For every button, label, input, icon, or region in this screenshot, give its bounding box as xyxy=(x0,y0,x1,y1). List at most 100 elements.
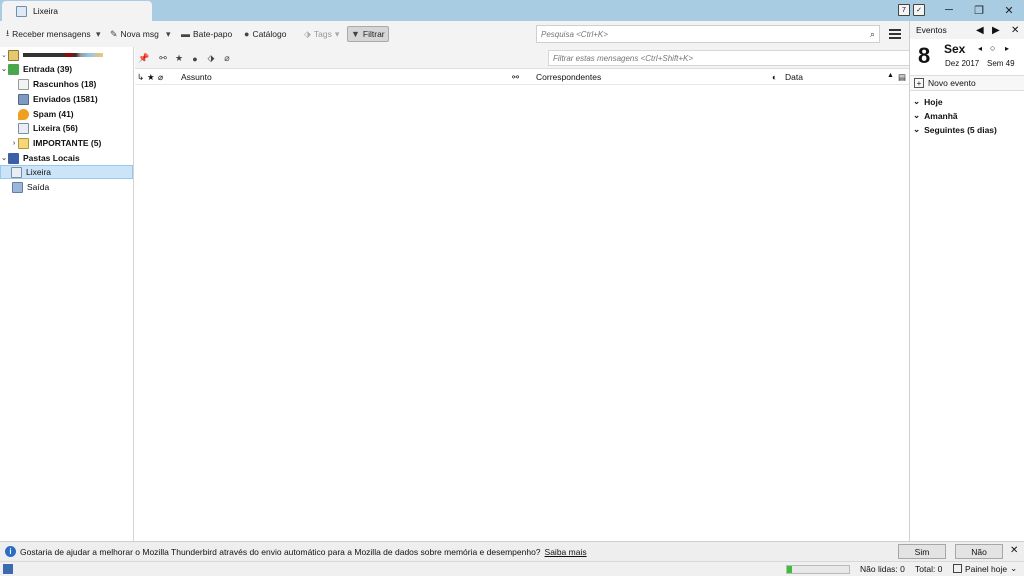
notification-bar: i Gostaria de ajudar a melhorar o Mozill… xyxy=(0,541,1024,561)
collapse-icon: ⌄ xyxy=(1,52,7,59)
attachment-filter-icon[interactable]: ⌀ xyxy=(221,53,233,64)
folder-importante[interactable]: › IMPORTANTE (5) xyxy=(0,136,133,150)
trash-icon xyxy=(11,166,22,178)
get-messages-dropdown[interactable]: ▾ xyxy=(93,26,104,42)
junk-column-icon[interactable]: ◐ xyxy=(772,72,777,82)
next-day-icon[interactable]: ▸ xyxy=(1005,44,1009,53)
tags-button[interactable]: ⬗ Tags ▾ xyxy=(301,26,342,42)
account-row[interactable]: ⌄ xyxy=(0,48,133,62)
folder-icon xyxy=(18,137,29,149)
tab-lixeira[interactable]: Lixeira xyxy=(2,1,152,21)
folder-pane: ⌄ ⌄ Entrada (39) Rascunhos (18) Enviados… xyxy=(0,47,134,541)
folder-label: Rascunhos (18) xyxy=(33,79,97,89)
close-pane-icon[interactable]: ✕ xyxy=(1011,25,1019,36)
today-pane-toggle[interactable]: Painel hoje ⌄ xyxy=(953,563,1017,574)
notification-text: Gostaria de ajudar a melhorar o Mozilla … xyxy=(20,546,541,557)
quick-filter-label: Filtrar xyxy=(362,29,385,39)
folder-label: Lixeira (56) xyxy=(33,123,78,133)
today-circle-icon[interactable]: ○ xyxy=(990,43,995,53)
calendar-tab-icon[interactable]: 7 xyxy=(898,4,910,16)
tags-label: Tags xyxy=(313,29,332,39)
next-view-icon[interactable]: ▶ xyxy=(992,25,1000,36)
chat-button[interactable]: ▬ Bate-papo xyxy=(178,26,235,42)
get-messages-label: Receber mensagens xyxy=(12,29,91,39)
attachment-column-icon[interactable]: ⌀ xyxy=(158,72,163,83)
column-assunto[interactable]: Assunto xyxy=(181,72,212,82)
events-header: Eventos ◀ ▶ ✕ xyxy=(910,21,1024,39)
folder-label: Entrada (39) xyxy=(23,64,73,74)
chevron-down-icon: ▾ xyxy=(96,28,101,39)
folder-label: Spam (41) xyxy=(33,109,74,119)
sort-ascending-icon: ▲ xyxy=(887,72,894,79)
folder-label: Saída xyxy=(27,182,50,192)
collapse-icon: ⌄ xyxy=(1,155,7,162)
search-input[interactable] xyxy=(541,29,870,39)
column-picker-icon[interactable]: ▤ xyxy=(898,72,906,83)
address-book-button[interactable]: ● Catálogo xyxy=(241,26,289,42)
new-message-dropdown[interactable]: ▾ xyxy=(163,26,174,42)
chat-label: Bate-papo xyxy=(193,29,233,39)
section-label: Seguintes (5 dias) xyxy=(924,124,997,135)
unread-count: Não lidas: 0 xyxy=(860,564,905,574)
starred-filter-icon[interactable]: ★ xyxy=(173,53,185,64)
total-count: Total: 0 xyxy=(915,564,943,574)
folder-label: Lixeira xyxy=(26,167,52,177)
tab-title: Lixeira xyxy=(33,6,59,16)
contact-filter-icon[interactable]: ● xyxy=(189,53,201,64)
folder-entrada[interactable]: ⌄ Entrada (39) xyxy=(0,62,133,76)
folder-lixeira-local[interactable]: Lixeira xyxy=(0,165,133,179)
starred-column-icon[interactable]: ★ xyxy=(147,72,155,83)
sticky-pin-icon[interactable]: 📌 xyxy=(138,53,150,64)
filter-icon: ▼ xyxy=(351,29,360,39)
section-seguintes[interactable]: ⌄ Seguintes (5 dias) xyxy=(913,124,997,135)
download-icon: ⭳ xyxy=(6,28,10,38)
chevron-down-icon: ▾ xyxy=(334,28,340,39)
folder-spam[interactable]: Spam (41) xyxy=(0,107,133,121)
trash-icon xyxy=(18,122,29,134)
new-message-button[interactable]: ✎ Nova msg xyxy=(107,26,162,42)
prev-day-icon[interactable]: ◂ xyxy=(978,44,982,53)
search-icon[interactable]: ⌕ xyxy=(870,29,875,40)
learn-more-link[interactable]: Saiba mais xyxy=(545,547,587,557)
tag-icon: ⬗ xyxy=(304,28,311,39)
close-notification-icon[interactable]: ✕ xyxy=(1010,545,1018,556)
unread-filter-icon[interactable]: ⚯ xyxy=(157,53,169,64)
today-pane: Eventos ◀ ▶ ✕ 8 Sex ◂ ○ ▸ Dez 2017 Sem 4… xyxy=(909,21,1024,541)
maximize-button[interactable]: ❐ xyxy=(964,0,994,20)
week-number: Sem 49 xyxy=(987,59,1015,68)
new-event-button[interactable]: + Novo evento xyxy=(910,75,1024,91)
computer-icon xyxy=(8,152,19,164)
person-icon: ● xyxy=(244,29,250,39)
progress-fill xyxy=(787,566,792,573)
folder-saida[interactable]: Saída xyxy=(0,180,133,194)
global-search-field[interactable]: ⌕ xyxy=(536,25,880,43)
close-window-button[interactable]: ✕ xyxy=(994,0,1024,20)
online-status-icon[interactable] xyxy=(3,564,13,574)
folder-rascunhos[interactable]: Rascunhos (18) xyxy=(0,77,133,91)
quick-filter-button[interactable]: ▼ Filtrar xyxy=(347,26,389,42)
no-button[interactable]: Não xyxy=(955,544,1003,559)
thread-list[interactable] xyxy=(135,85,909,541)
tasks-tab-icon[interactable]: ✓ xyxy=(913,4,925,16)
app-menu-button[interactable] xyxy=(886,26,904,42)
local-folders-account[interactable]: ⌄ Pastas Locais xyxy=(0,151,133,165)
tags-filter-icon[interactable]: ⬗ xyxy=(205,53,217,64)
chevron-down-icon: ▾ xyxy=(166,28,171,39)
read-column-icon[interactable]: ⚯ xyxy=(512,72,519,83)
section-hoje[interactable]: ⌄ Hoje xyxy=(913,96,943,107)
thread-column-icon[interactable]: ↳ xyxy=(137,72,144,83)
folder-lixeira-account[interactable]: Lixeira (56) xyxy=(0,121,133,135)
thread-column-header: ↳ ★ ⌀ Assunto ⚯ Correspondentes ◐ Data ▲… xyxy=(135,70,909,85)
yes-button[interactable]: Sim xyxy=(898,544,946,559)
get-messages-button[interactable]: ⭳ Receber mensagens xyxy=(3,26,94,42)
minimize-button[interactable]: ─ xyxy=(934,0,964,20)
progress-bar xyxy=(786,565,850,574)
column-correspondentes[interactable]: Correspondentes xyxy=(536,72,601,82)
account-name-redacted xyxy=(23,53,103,57)
expand-icon[interactable]: › xyxy=(10,140,18,147)
section-amanha[interactable]: ⌄ Amanhã xyxy=(913,110,958,121)
previous-view-icon[interactable]: ◀ xyxy=(976,25,984,36)
day-number: 8 xyxy=(918,43,931,68)
folder-enviados[interactable]: Enviados (1581) xyxy=(0,92,133,106)
column-data[interactable]: Data xyxy=(785,72,803,82)
